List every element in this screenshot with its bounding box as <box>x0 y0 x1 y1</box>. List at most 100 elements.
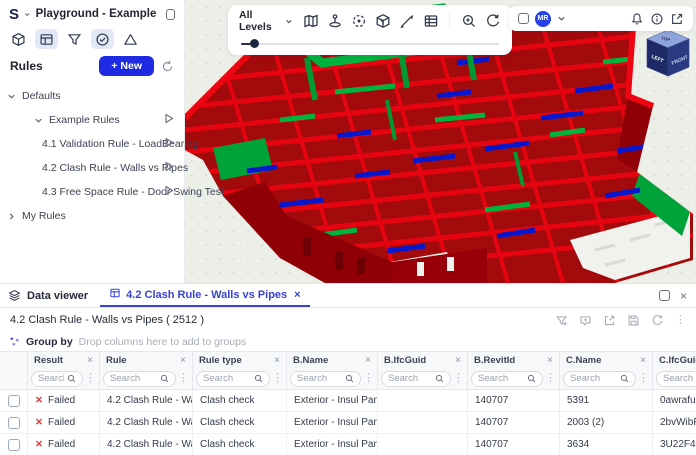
column-search-input[interactable] <box>110 373 157 384</box>
column-header[interactable]: B.RevitId× <box>468 351 560 368</box>
run-rule-icon[interactable] <box>164 113 174 124</box>
viewer-topbar: MR <box>509 6 693 31</box>
zoom-icon[interactable] <box>461 13 477 29</box>
new-rule-button[interactable]: + New <box>99 56 154 76</box>
tree-item-rule-41[interactable]: 4.1 Validation Rule - LoadBearing <box>0 132 184 156</box>
notifications-bell-icon[interactable] <box>630 12 644 26</box>
save-icon[interactable] <box>627 314 640 327</box>
map-icon[interactable] <box>303 13 319 29</box>
column-menu-icon[interactable]: ⋮ <box>545 373 556 384</box>
close-panel-icon[interactable]: × <box>680 289 687 303</box>
more-options-icon[interactable]: ⋮ <box>675 315 686 326</box>
share-icon[interactable] <box>670 12 684 26</box>
column-menu-icon[interactable]: ⋮ <box>638 373 649 384</box>
tree-item-label: Defaults <box>22 90 61 102</box>
rules-check-icon[interactable] <box>91 29 114 49</box>
remove-column-icon[interactable]: × <box>547 355 553 366</box>
c-name-cell: 3634 <box>560 434 653 455</box>
table-icon[interactable] <box>35 29 58 49</box>
refresh-rules-icon[interactable] <box>161 60 174 73</box>
row-checkbox[interactable] <box>8 395 20 407</box>
column-menu-icon[interactable]: ⋮ <box>85 373 96 384</box>
issues-triangle-icon[interactable] <box>119 29 142 49</box>
slider-knob[interactable] <box>250 39 259 48</box>
tab-close-icon[interactable]: × <box>294 289 300 301</box>
result-cell: ✕Failed <box>28 434 100 455</box>
remove-column-icon[interactable]: × <box>640 355 646 366</box>
walk-mode-icon[interactable] <box>327 13 343 29</box>
column-header[interactable]: Rule type× <box>193 351 287 368</box>
column-search-input[interactable] <box>663 373 696 384</box>
table-row[interactable]: ✕Failed 4.2 Clash Rule - Walls vs... Cla… <box>0 390 696 412</box>
remove-column-icon[interactable]: × <box>455 355 461 366</box>
tree-item-example-rules[interactable]: Example Rules <box>0 108 184 132</box>
group-by-bar[interactable]: Group by Drop columns here to add to gro… <box>0 332 696 351</box>
tree-item-defaults[interactable]: Defaults <box>0 84 184 108</box>
tree-item-rule-42[interactable]: 4.2 Clash Rule - Walls vs Pipes <box>0 156 184 180</box>
column-menu-icon[interactable]: ⋮ <box>178 373 189 384</box>
column-search-input[interactable] <box>203 373 251 384</box>
column-search-input[interactable] <box>38 373 64 384</box>
chevron-down-icon <box>285 17 293 26</box>
column-header[interactable]: Rule× <box>100 351 193 368</box>
column-menu-icon[interactable]: ⋮ <box>363 373 374 384</box>
tree-item-rule-43[interactable]: 4.3 Free Space Rule - Door Swing Test <box>0 180 184 204</box>
search-icon <box>160 374 169 383</box>
column-search-input[interactable] <box>570 373 617 384</box>
panel-toggle-icon[interactable] <box>518 13 529 24</box>
rules-heading: Rules <box>10 59 43 73</box>
app-logo: S <box>9 7 19 22</box>
search-icon <box>527 374 536 383</box>
run-rule-icon[interactable] <box>164 185 174 196</box>
reset-view-icon[interactable] <box>485 13 501 29</box>
focus-icon[interactable] <box>351 13 367 29</box>
layers-icon <box>8 289 21 302</box>
column-header[interactable]: C.IfcGuid× <box>653 351 696 368</box>
column-search-input[interactable] <box>478 373 524 384</box>
remove-column-icon[interactable]: × <box>365 355 371 366</box>
remove-column-icon[interactable]: × <box>87 355 93 366</box>
info-grid-icon[interactable] <box>423 13 439 29</box>
chevron-down-icon[interactable] <box>557 14 566 23</box>
b-ifcguid-cell <box>378 412 468 434</box>
column-header[interactable]: C.Name× <box>560 351 653 368</box>
viewer-slider[interactable] <box>241 37 499 51</box>
appearance-icon[interactable] <box>375 13 391 29</box>
comment-icon[interactable] <box>579 314 592 327</box>
column-search-input[interactable] <box>388 373 432 384</box>
info-icon[interactable] <box>650 12 664 26</box>
search-icon <box>620 374 629 383</box>
level-selector[interactable]: All Levels <box>239 9 292 33</box>
remove-column-icon[interactable]: × <box>274 355 280 366</box>
maximize-panel-icon[interactable] <box>659 290 670 301</box>
column-header[interactable]: B.IfcGuid× <box>378 351 468 368</box>
row-checkbox[interactable] <box>8 439 20 451</box>
model-viewport[interactable]: All Levels MR <box>185 0 696 283</box>
column-header[interactable]: B.Name× <box>287 351 378 368</box>
export-icon[interactable] <box>603 314 616 327</box>
user-avatar[interactable]: MR <box>535 11 551 27</box>
refresh-icon[interactable] <box>651 314 664 327</box>
column-menu-icon[interactable]: ⋮ <box>453 373 464 384</box>
run-rule-icon[interactable] <box>164 137 174 148</box>
remove-column-icon[interactable]: × <box>180 355 186 366</box>
column-menu-icon[interactable]: ⋮ <box>272 373 283 384</box>
tab-clash-rule[interactable]: 4.2 Clash Rule - Walls vs Pipes × <box>100 284 309 307</box>
tree-item-my-rules[interactable]: My Rules <box>0 204 184 228</box>
table-row[interactable]: ✕Failed 4.2 Clash Rule - Walls vs... Cla… <box>0 412 696 434</box>
filter-icon[interactable] <box>555 314 568 327</box>
row-checkbox[interactable] <box>8 417 20 429</box>
measure-icon[interactable] <box>399 13 415 29</box>
chevron-down-icon[interactable] <box>24 10 31 19</box>
table-row[interactable]: ✕Failed 4.2 Clash Rule - Walls vs... Cla… <box>0 434 696 455</box>
column-search-input[interactable] <box>297 373 342 384</box>
chevron-down-icon <box>7 92 16 101</box>
collapse-panel-icon[interactable] <box>166 9 175 20</box>
model-cube-icon[interactable] <box>7 29 30 49</box>
column-header[interactable]: Result× <box>28 351 100 368</box>
navigation-cube[interactable]: TOP LEFT FRONT <box>645 28 691 80</box>
run-rule-icon[interactable] <box>164 161 174 172</box>
filter-icon[interactable] <box>63 29 86 49</box>
slider-track[interactable] <box>241 43 499 45</box>
result-title: 4.2 Clash Rule - Walls vs Pipes ( 2512 ) <box>10 314 204 326</box>
